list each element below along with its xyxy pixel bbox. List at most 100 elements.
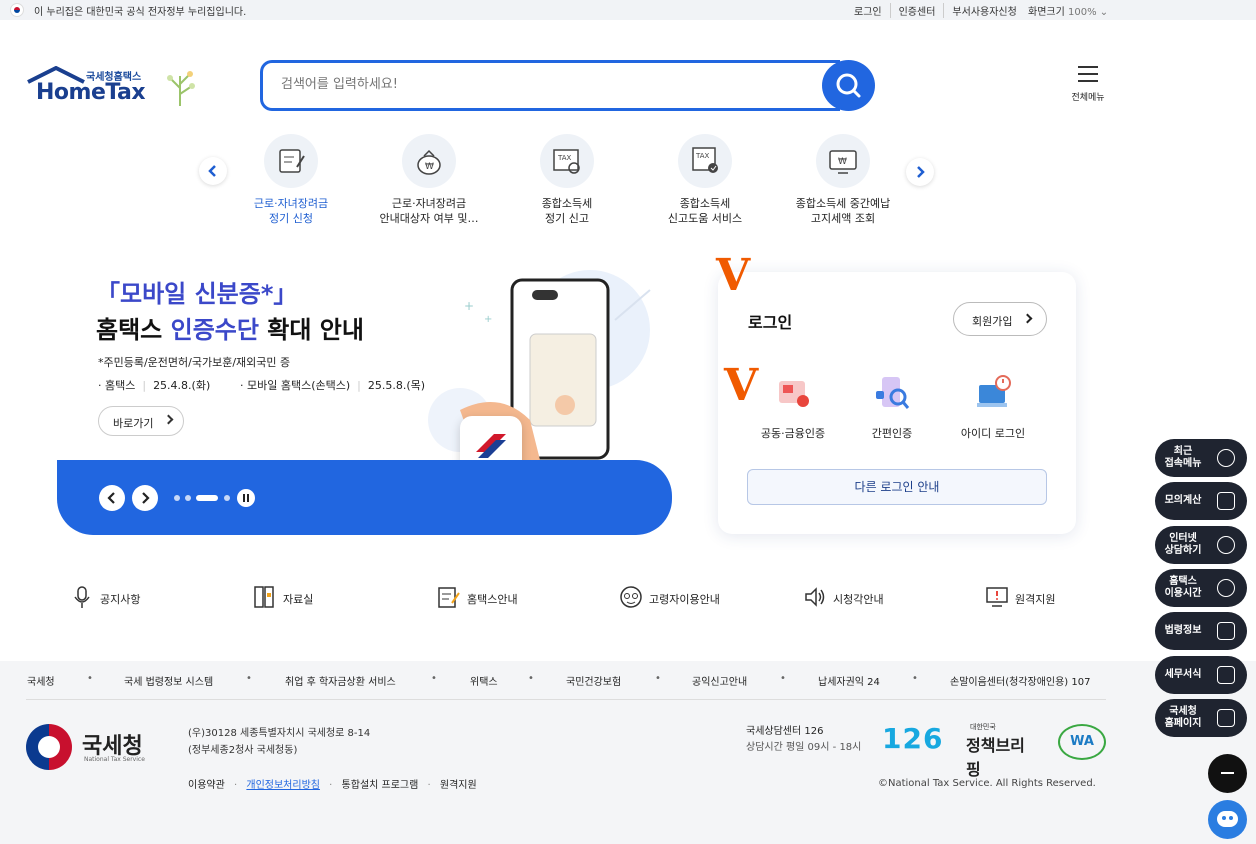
tax-check-icon: TAX [678,134,732,188]
banner-headline-2-post: 확대 안내 [258,316,364,344]
banner-go-button[interactable]: 바로가기 [98,406,184,436]
svg-text:₩: ₩ [838,157,847,167]
footer-site-link[interactable]: 납세자권익 24 [818,673,880,688]
footer-site-link[interactable]: 취업 후 학자금상환 서비스 [285,673,396,688]
full-menu-button[interactable]: 전체메뉴 [1068,66,1108,106]
footer-site-link[interactable]: 위택스 [470,673,498,688]
float-nts-homepage-button[interactable]: 국세청 홈페이지 [1155,699,1247,737]
float-label-line2: 접속메뉴 [1164,458,1202,469]
float-label-line2: 상담하기 [1164,545,1202,556]
quick-service-line2: 고지세액 조회 [810,212,876,225]
svg-text:₩: ₩ [425,162,434,172]
quick-service-item[interactable]: ₩ 종합소득세 중간예납고지세액 조회 [773,134,913,226]
banner-pause-button[interactable] [237,489,255,507]
banner-note: *주민등록/운전면허/국가보훈/재외국민 증 [98,356,291,369]
banner-next-button[interactable] [132,485,158,511]
quick-service-line1: 근로·자녀장려금 [253,197,329,210]
float-tax-forms-button[interactable]: 세무서식 [1155,656,1247,694]
install-program-link[interactable]: 통합설치 프로그램 [342,780,419,791]
float-hometax-hours-button[interactable]: 홈택스 이용시간 [1155,569,1247,607]
banner-page-dot[interactable] [224,495,230,501]
search-input[interactable] [281,77,801,92]
quick-link-label: 원격지원 [1015,593,1056,606]
footer-site-link[interactable]: 손말이음센터(청각장애인용) 107 [950,673,1090,688]
mobile-id-illustration: + + [428,270,651,465]
call-126-badge[interactable]: 126 [882,722,944,755]
privacy-policy-link[interactable]: 개인정보처리방침 [246,780,320,791]
annotation-check-mark: V [724,360,759,411]
float-label-line1: 모의계산 [1164,495,1202,506]
copyright: ©National Tax Service. All Rights Reserv… [878,778,1096,789]
quick-service-line2: 정기 신고 [545,212,589,225]
policy-briefing-logo[interactable]: 대한민국 정책브리핑 [966,722,1038,779]
float-recent-menu-button[interactable]: 최근 접속메뉴 [1155,439,1247,477]
footer-site-link[interactable]: 공익신고안내 [692,673,747,688]
chatbot-button[interactable] [1208,800,1247,839]
search-icon [836,73,861,98]
top-cert-center-link[interactable]: 인증센터 [891,3,945,18]
terms-link[interactable]: 이용약관 [188,780,225,791]
footer-site-link[interactable]: 국민건강보험 [566,673,621,688]
font-size-control[interactable]: 화면크기 100% ⌄ [1028,3,1108,18]
float-label-line1: 최근 [1173,446,1193,457]
top-dept-user-link[interactable]: 부서사용자신청 [944,3,1024,18]
quick-service-item[interactable]: TAX 종합소득세 신고도움 서비스 [635,134,775,226]
banner-prev-button[interactable] [99,485,125,511]
gavel-icon [1217,622,1235,640]
nts-logo-subtitle: National Tax Service [84,756,145,763]
clock-icon [1217,449,1235,467]
annotation-check-mark: V [716,250,751,301]
banner-date2-value: 25.5.8.(목) [367,379,426,392]
building-icon [1217,709,1235,727]
float-online-consult-button[interactable]: 인터넷 상담하기 [1155,526,1247,564]
call-center-title: 국세상담센터 126 [746,726,824,737]
float-label-line2: 홈페이지 [1164,718,1202,729]
sign-up-label: 회원가입 [972,315,1013,328]
svg-text:+: + [484,314,492,325]
chevron-right-icon [163,414,174,425]
float-label-line1: 세무서식 [1164,669,1202,680]
footer-address: (우)30128 세종특별자치시 국세청로 8-14 (정부세종2청사 국세청동… [188,725,370,759]
hamburger-icon [1078,66,1098,84]
search-button[interactable] [822,60,875,111]
banner-page-dot-active[interactable] [196,495,218,501]
call-center-info: 국세상담센터 126 상담시간 평일 09시 - 18시 [746,724,861,756]
wa-mark-text: WA [1070,734,1094,749]
minus-icon [1221,772,1234,774]
banner-headline-2-pre: 홈택스 [96,316,171,344]
banner-headline-1: 「모바일 신분증*」 [96,280,298,308]
quick-service-line1: 근로·자녀장려금 [391,197,467,210]
quick-service-item[interactable]: 근로·자녀장려금정기 신청 [221,134,361,226]
nts-logo[interactable]: 국세청 National Tax Service [26,724,156,772]
top-login-link[interactable]: 로그인 [846,3,891,18]
other-login-guide-button[interactable]: 다른 로그인 안내 [747,469,1047,505]
login-option-simple[interactable]: 간편인증 [837,373,947,441]
float-label-line1: 국세청 [1169,706,1197,717]
footer-site-link[interactable]: 국세 법령정보 시스템 [124,673,213,688]
web-accessibility-mark-icon: WA [1058,724,1106,760]
footer-site-link[interactable]: 국세청 [27,673,55,688]
chevron-left-icon [107,492,115,504]
remote-support-link[interactable]: 원격지원 [440,780,477,791]
leaf-decoration-icon [167,71,195,106]
call-126-number: 126 [882,722,944,755]
speaker-icon [805,587,825,607]
float-law-info-button[interactable]: 법령정보 [1155,612,1247,650]
sign-up-button[interactable]: 회원가입 [953,302,1047,336]
alarm-clock-icon [1217,579,1235,597]
microphone-icon [74,586,90,608]
quick-service-item[interactable]: ₩ 근로·자녀장려금 안내대상자 여부 및… [359,134,499,226]
login-option-id[interactable]: 아이디 로그인 [938,373,1048,441]
senior-icon [620,586,642,608]
banner-page-dot[interactable] [174,495,180,501]
call-center-hours: 상담시간 평일 09시 - 18시 [746,742,862,753]
archive-icon [254,586,274,608]
quick-service-line2: 정기 신청 [269,212,313,225]
quick-service-line1: 종합소득세 중간예납 [795,197,891,210]
hometax-logo[interactable]: 국세청홈택스 HomeTax [26,64,196,108]
collapse-float-menu-button[interactable] [1208,754,1247,793]
quick-service-item[interactable]: TAX 종합소득세 정기 신고 [497,134,637,226]
float-simulation-button[interactable]: 모의계산 [1155,482,1247,520]
pause-icon [243,494,249,502]
banner-page-dot[interactable] [185,495,191,501]
